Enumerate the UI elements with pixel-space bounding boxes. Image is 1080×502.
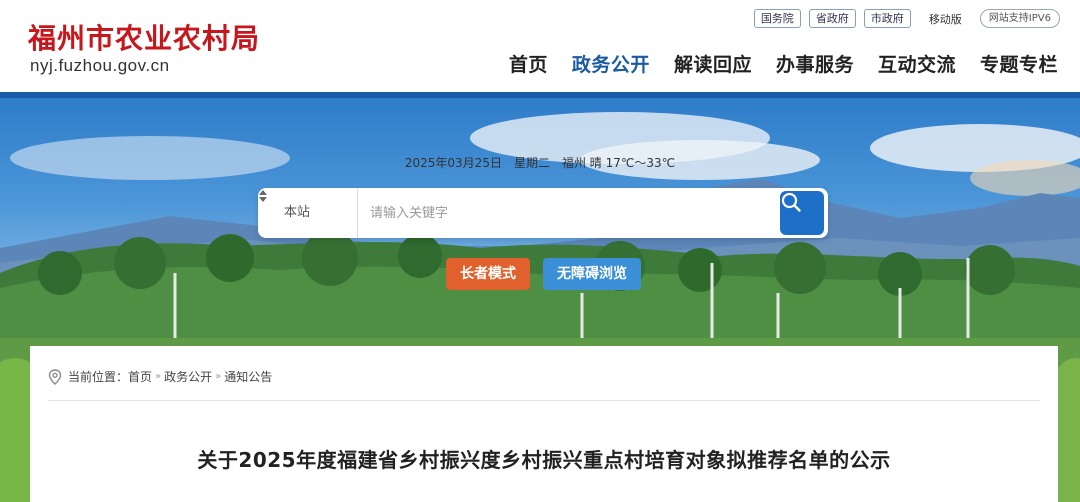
accessible-browse-button[interactable]: 无障碍浏览: [543, 258, 641, 290]
breadcrumb-separator-icon: »: [155, 371, 162, 382]
search-scope-label: 本站: [284, 205, 311, 220]
breadcrumb-divider: [48, 400, 1040, 401]
nav-home[interactable]: 首页: [509, 50, 548, 77]
updown-arrow-icon: [259, 190, 267, 202]
weather-info: 福州 晴 17℃～33℃: [561, 156, 676, 170]
nav-services[interactable]: 办事服务: [776, 50, 854, 77]
main-nav: 首页 政务公开 解读回应 办事服务 互动交流 专题专栏: [509, 50, 1058, 77]
site-logo-name[interactable]: 福州市农业农村局: [28, 17, 260, 57]
nav-topics[interactable]: 专题专栏: [980, 50, 1058, 77]
current-weekday: 星期二: [513, 156, 550, 170]
search-box: 本站: [258, 188, 828, 238]
nav-gov-affairs[interactable]: 政务公开: [572, 50, 650, 77]
search-icon: [781, 192, 801, 212]
mobile-version-link[interactable]: 移动版: [919, 11, 972, 27]
ipv6-badge: 网站支持IPV6: [979, 9, 1060, 28]
search-scope-select[interactable]: 本站: [258, 188, 358, 238]
current-date: 2025年03月25日: [404, 156, 502, 170]
date-weather-line: 2025年03月25日 星期二 福州 晴 17℃～33℃: [0, 154, 1080, 171]
location-pin-icon: [48, 368, 62, 385]
site-logo-domain: nyj.fuzhou.gov.cn: [30, 56, 170, 75]
elder-mode-button[interactable]: 长者模式: [446, 258, 530, 290]
content-card: 当前位置： 首页 » 政务公开 » 通知公告 关于2025年度福建省乡村振兴度乡…: [30, 346, 1058, 502]
nav-interpretation[interactable]: 解读回应: [674, 50, 752, 77]
breadcrumb-gov-affairs[interactable]: 政务公开: [164, 368, 212, 385]
top-links: 国务院 省政府 市政府 移动版 网站支持IPV6: [753, 9, 1060, 28]
site-header: 福州市农业农村局 nyj.fuzhou.gov.cn 国务院 省政府 市政府 移…: [0, 0, 1080, 92]
link-state-council[interactable]: 国务院: [753, 9, 801, 28]
link-provincial-gov[interactable]: 省政府: [808, 9, 856, 28]
breadcrumb: 当前位置： 首页 » 政务公开 » 通知公告: [48, 368, 272, 385]
breadcrumb-prefix: 当前位置：: [68, 370, 129, 384]
search-input[interactable]: [370, 202, 770, 224]
article-title: 关于2025年度福建省乡村振兴度乡村振兴重点村培育对象拟推荐名单的公示: [197, 448, 891, 472]
breadcrumb-separator-icon: »: [215, 371, 222, 382]
breadcrumb-notices[interactable]: 通知公告: [224, 368, 272, 385]
link-city-gov[interactable]: 市政府: [863, 9, 911, 28]
nav-interaction[interactable]: 互动交流: [878, 50, 956, 77]
search-button[interactable]: [780, 191, 824, 235]
breadcrumb-home[interactable]: 首页: [128, 368, 152, 385]
